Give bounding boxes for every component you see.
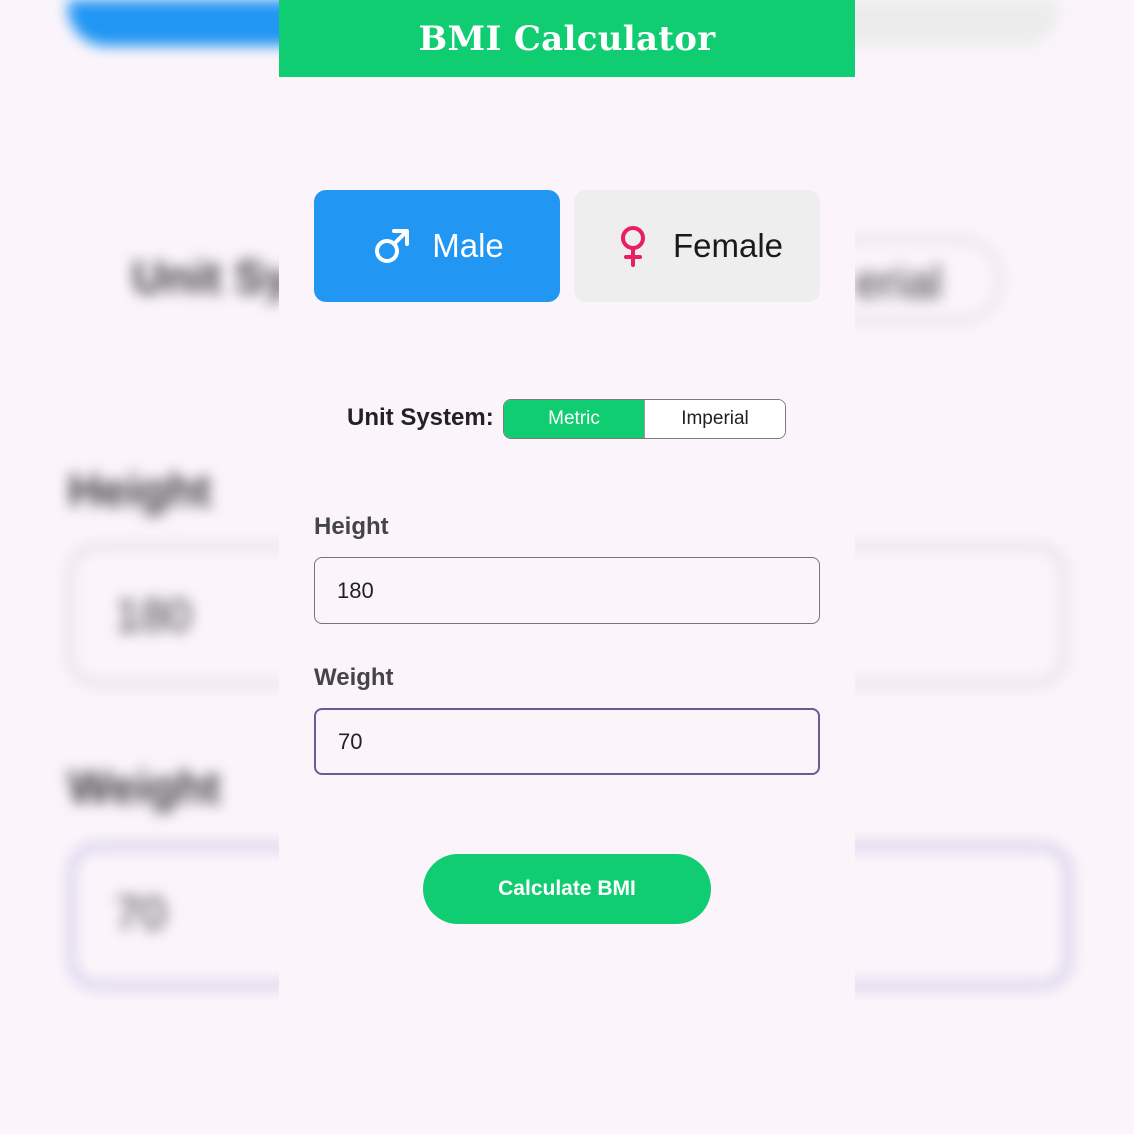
unit-system-row: Unit System: Metric Imperial	[279, 398, 855, 442]
female-symbol-icon	[611, 224, 655, 268]
female-label: Female	[672, 227, 784, 264]
male-label: Male	[432, 227, 504, 264]
app-bar: BMI Calculator	[279, 0, 855, 77]
unit-system-label: Unit System:	[347, 404, 494, 431]
bg-height-label: Height	[68, 464, 212, 516]
bg-female-button	[820, 0, 1060, 46]
male-button[interactable]: Male	[314, 190, 560, 302]
weight-label: Weight	[314, 664, 394, 691]
male-symbol-icon	[370, 224, 414, 268]
bg-unit-label: Unit Sy	[132, 251, 291, 303]
imperial-option[interactable]: Imperial	[644, 400, 785, 438]
calculate-bmi-button[interactable]: Calculate BMI	[423, 854, 711, 924]
unit-system-toggle: Metric Imperial	[503, 399, 786, 439]
app-title: BMI Calculator	[418, 18, 716, 59]
female-button[interactable]: Female	[574, 190, 820, 302]
bg-weight-label: Weight	[68, 761, 221, 813]
bmi-app: BMI Calculator Male Female Unit System: …	[279, 0, 855, 1134]
bg-unit-option: erial	[855, 256, 942, 308]
height-input[interactable]	[314, 557, 820, 624]
metric-option[interactable]: Metric	[504, 400, 644, 438]
weight-input[interactable]	[314, 708, 820, 775]
bg-height-value: 180	[115, 589, 192, 641]
height-label: Height	[314, 513, 389, 540]
bg-weight-value: 70	[115, 887, 167, 939]
